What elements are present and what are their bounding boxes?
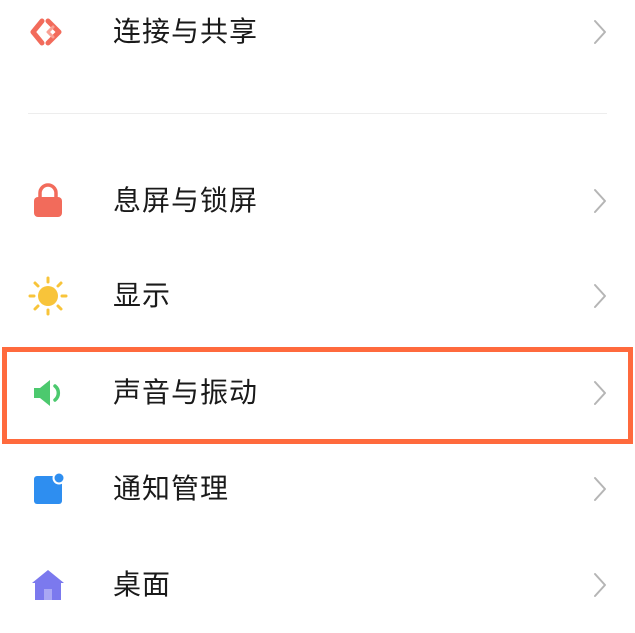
settings-list: 连接与共享 息屏与锁屏 显示 声音与振动 通知管理 桌面 — [0, 0, 635, 628]
speaker-icon — [28, 373, 68, 413]
chevron-right-icon — [593, 188, 607, 214]
lock-icon — [28, 181, 68, 221]
settings-item-label: 声音与振动 — [113, 376, 259, 409]
connection-share-icon — [28, 12, 68, 52]
section-divider — [28, 113, 607, 114]
settings-item-notifications[interactable]: 通知管理 — [0, 441, 635, 537]
chevron-right-icon — [593, 572, 607, 598]
settings-item-label: 息屏与锁屏 — [113, 184, 259, 217]
sun-icon — [28, 276, 68, 316]
settings-item-connection-share[interactable]: 连接与共享 — [0, 0, 635, 80]
settings-item-lock-screen[interactable]: 息屏与锁屏 — [0, 153, 635, 249]
chevron-right-icon — [593, 380, 607, 406]
home-icon — [28, 565, 68, 605]
settings-item-label: 显示 — [113, 279, 172, 312]
chevron-right-icon — [593, 283, 607, 309]
settings-item-desktop[interactable]: 桌面 — [0, 537, 635, 633]
settings-item-label: 连接与共享 — [113, 15, 259, 48]
chevron-right-icon — [593, 476, 607, 502]
settings-item-sound-vibration[interactable]: 声音与振动 — [0, 345, 635, 441]
notification-icon — [28, 469, 68, 509]
settings-item-display[interactable]: 显示 — [0, 248, 635, 344]
settings-item-label: 通知管理 — [113, 472, 230, 505]
chevron-right-icon — [593, 19, 607, 45]
settings-item-label: 桌面 — [113, 568, 172, 601]
